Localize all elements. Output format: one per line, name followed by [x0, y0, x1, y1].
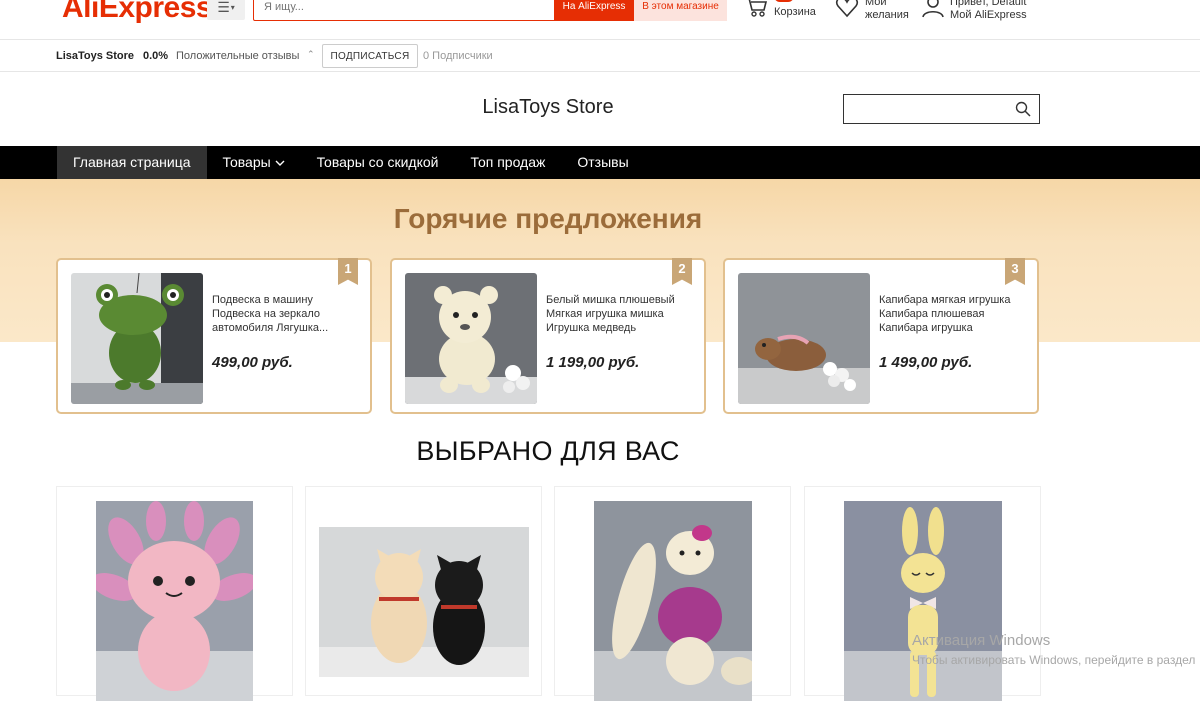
rank-badge: 3: [1005, 258, 1025, 285]
search-aliexpress-button[interactable]: На AliExpress: [554, 0, 634, 21]
store-rating: 0.0%: [143, 50, 169, 62]
chevron-down-icon: ▾: [230, 2, 235, 12]
user-icon: [922, 0, 944, 18]
picked-for-you-title: ВЫБРАНО ДЛЯ ВАС: [416, 436, 680, 466]
store-search-input[interactable]: [843, 94, 1040, 124]
menu-icon: ☰: [217, 0, 230, 15]
categories-menu-button[interactable]: ☰ ▾: [207, 0, 245, 20]
hot-offer-card[interactable]: 1 Подвеска в машину Подвеска на зеркало …: [56, 258, 372, 414]
product-image-frog[interactable]: [71, 273, 203, 404]
product-card[interactable]: [305, 486, 542, 696]
store-nav: Главная страница Товары Товары со скидко…: [0, 146, 1200, 179]
account-label: Мой AliExpress: [950, 9, 1027, 21]
site-header: AliExpress ☰▾ На AliExpress В этом магаз…: [0, 0, 1200, 40]
nav-top-sales[interactable]: Топ продаж: [454, 146, 561, 179]
store-name[interactable]: LisaToys Store: [56, 50, 134, 62]
product-image-capybara[interactable]: [738, 273, 870, 404]
product-image-bulldogs[interactable]: [319, 527, 529, 677]
product-title[interactable]: Белый мишка плюшевый Мягкая игрушка мишк…: [546, 293, 696, 335]
product-image-bunny-dress[interactable]: [594, 501, 752, 701]
account-link[interactable]: Привет, Default Мой AliExpress: [922, 0, 1027, 22]
rank-badge: 2: [672, 258, 692, 285]
product-image-bear[interactable]: [405, 273, 537, 404]
rank-badge: 1: [338, 258, 358, 285]
product-price: 1 199,00 руб.: [546, 354, 640, 371]
nav-products[interactable]: Товары: [207, 146, 301, 179]
search-icon[interactable]: [1015, 101, 1031, 117]
search-bar: На AliExpress В этом магазине: [253, 0, 727, 21]
hot-offer-card[interactable]: 3 Капибара мягкая игрушка Капибара плюше…: [723, 258, 1039, 414]
wishlist-label-2: желания: [865, 9, 909, 21]
aliexpress-logo[interactable]: AliExpress: [62, 0, 213, 26]
hot-offer-card[interactable]: 2 Белый мишка плюшевый Мягкая игрушка ми…: [390, 258, 706, 414]
subscribe-button[interactable]: ПОДПИСАТЬСЯ: [322, 44, 418, 68]
chevron-up-icon[interactable]: ⌃: [307, 49, 315, 60]
product-card[interactable]: [554, 486, 791, 701]
hot-offers-title: Горячие предложения: [393, 203, 703, 234]
product-image-bunny-yellow[interactable]: [844, 501, 1002, 701]
product-card[interactable]: [56, 486, 293, 701]
cart-link[interactable]: Корзина: [744, 0, 816, 19]
cart-label: Корзина: [774, 6, 816, 18]
windows-activation-hint: Чтобы активировать Windows, перейдите в …: [912, 653, 1196, 667]
positive-reviews-label[interactable]: Положительные отзывы: [176, 50, 299, 62]
subscriber-count: 0 Подписчики: [423, 50, 493, 62]
store-info-bar: LisaToys Store 0.0% Положительные отзывы…: [0, 40, 1200, 72]
cart-icon: [748, 0, 768, 17]
search-store-button[interactable]: В этом магазине: [634, 0, 727, 21]
nav-reviews[interactable]: Отзывы: [561, 146, 644, 179]
nav-home[interactable]: Главная страница: [57, 146, 207, 179]
wishlist-label-1: Мои: [865, 0, 887, 8]
cart-count-badge: [774, 0, 794, 2]
nav-products-label: Товары: [222, 154, 271, 170]
product-title[interactable]: Капибара мягкая игрушка Капибара плюшева…: [879, 293, 1029, 335]
account-greeting: Привет, Default: [950, 0, 1027, 8]
nav-discounts[interactable]: Товары со скидкой: [301, 146, 455, 179]
product-image-axolotl[interactable]: [96, 501, 253, 701]
product-title[interactable]: Подвеска в машину Подвеска на зеркало ав…: [212, 293, 362, 335]
product-price: 1 499,00 руб.: [879, 354, 973, 371]
windows-activation-watermark: Активация Windows: [912, 632, 1051, 649]
chevron-down-icon: [275, 160, 285, 166]
heart-icon: [835, 0, 859, 18]
wishlist-link[interactable]: Мои желания: [835, 0, 909, 22]
search-input[interactable]: [264, 1, 544, 13]
product-price: 499,00 руб.: [212, 354, 293, 371]
